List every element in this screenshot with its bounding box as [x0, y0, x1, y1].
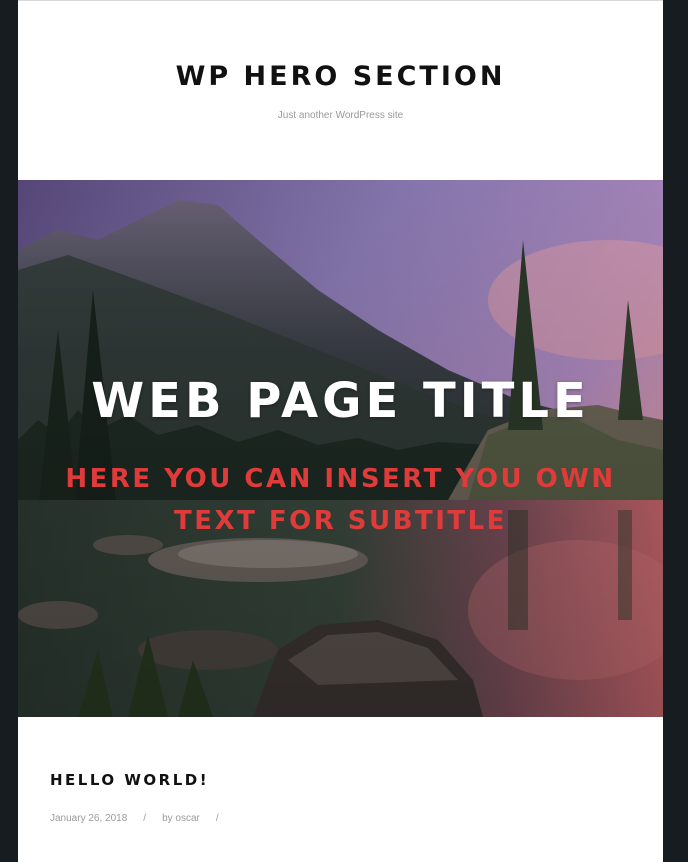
meta-separator: / — [215, 813, 219, 824]
meta-separator: / — [143, 813, 147, 824]
post-meta: January 26, 2018 / by oscar / — [50, 813, 631, 824]
hero-title: WEB PAGE TITLE — [91, 373, 590, 429]
site-header: WP HERO SECTION Just another WordPress s… — [18, 1, 663, 180]
page-container: WP HERO SECTION Just another WordPress s… — [18, 0, 663, 862]
post-title[interactable]: HELLO WORLD! — [50, 771, 631, 789]
post-date[interactable]: January 26, 2018 — [50, 813, 127, 824]
hero-section: WEB PAGE TITLE HERE YOU CAN INSERT YOU O… — [18, 180, 663, 717]
hero-background-image — [18, 180, 663, 717]
site-tagline: Just another WordPress site — [277, 110, 404, 121]
post-entry: HELLO WORLD! January 26, 2018 / by oscar… — [50, 771, 631, 824]
post-author[interactable]: by oscar — [162, 813, 200, 824]
site-title[interactable]: WP HERO SECTION — [18, 61, 663, 92]
hero-subtitle: HERE YOU CAN INSERT YOU OWN TEXT FOR SUB… — [65, 464, 616, 536]
